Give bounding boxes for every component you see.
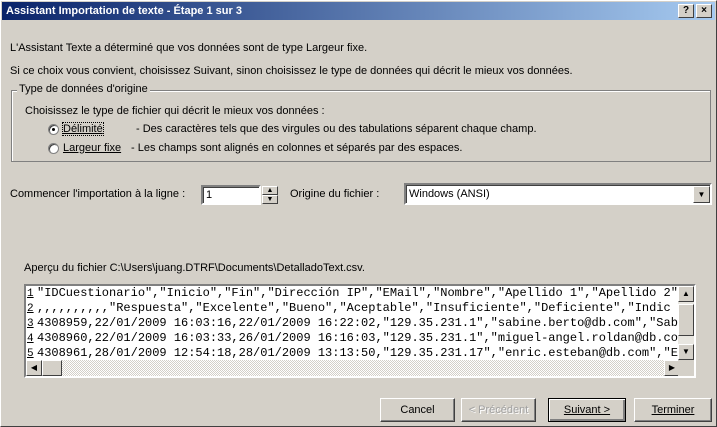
vertical-scroll-thumb[interactable] bbox=[678, 304, 694, 336]
next-button-label: Suivant > bbox=[563, 404, 611, 416]
spin-down-icon[interactable]: ▼ bbox=[262, 195, 278, 204]
preview-row-text: 4308960,22/01/2009 16:03:33,26/01/2009 1… bbox=[37, 331, 678, 345]
preview-vertical-scrollbar[interactable]: ▲ ▼ bbox=[678, 286, 694, 360]
radio-selected-dot bbox=[52, 128, 55, 131]
close-button[interactable]: × bbox=[696, 4, 712, 18]
delimited-radio[interactable] bbox=[48, 124, 59, 135]
preview-row-number: 3 bbox=[27, 318, 34, 330]
preview-row: 3 4308959,22/01/2009 16:03:16,22/01/2009 … bbox=[27, 316, 678, 331]
fixed-width-label[interactable]: Largeur fixe bbox=[63, 142, 121, 154]
preview-row: 2 ,,,,,,,,,,"Respuesta","Excelente","Buen… bbox=[27, 301, 671, 316]
file-origin-value: Windows (ANSI) bbox=[409, 188, 490, 200]
intro-line-1: L'Assistant Texte a déterminé que vos do… bbox=[10, 42, 368, 54]
preview-row-number: 1 bbox=[27, 288, 34, 300]
preview-horizontal-scrollbar[interactable]: ◀ ▶ bbox=[26, 360, 680, 376]
preview-title: Aperçu du fichier C:\Users\juang.DTRF\Do… bbox=[24, 262, 365, 274]
file-origin-label: Origine du fichier : bbox=[290, 188, 380, 200]
preview-row-text: 4308961,28/01/2009 12:54:18,28/01/2009 1… bbox=[37, 346, 678, 360]
preview-row-number: 2 bbox=[27, 303, 34, 315]
import-start-input[interactable]: 1 bbox=[201, 185, 261, 205]
scroll-down-icon[interactable]: ▼ bbox=[678, 344, 694, 360]
finish-button[interactable]: Terminer bbox=[634, 398, 712, 422]
file-preview[interactable]: 1 "IDCuestionario","Inicio","Fin","Direcc… bbox=[24, 284, 696, 378]
import-start-spinner[interactable]: ▲ ▼ bbox=[262, 186, 278, 204]
spin-up-icon[interactable]: ▲ bbox=[262, 186, 278, 195]
finish-button-label: Terminer bbox=[651, 404, 695, 416]
scroll-left-icon[interactable]: ◀ bbox=[26, 360, 42, 376]
fixed-width-description: - Les champs sont alignés en colonnes et… bbox=[131, 142, 463, 154]
preview-row: 1 "IDCuestionario","Inicio","Fin","Direcc… bbox=[27, 286, 678, 301]
file-origin-select[interactable]: Windows (ANSI) ▼ bbox=[404, 183, 712, 205]
fixed-width-radio[interactable] bbox=[48, 143, 59, 154]
fixed-width-label-text: Largeur fixe bbox=[63, 142, 122, 154]
import-start-label: Commencer l'importation à la ligne : bbox=[10, 188, 186, 200]
preview-row-text: 4308959,22/01/2009 16:03:16,22/01/2009 1… bbox=[37, 316, 678, 330]
preview-row: 4 4308960,22/01/2009 16:03:33,26/01/2009 … bbox=[27, 331, 678, 346]
import-start-value: 1 bbox=[206, 189, 213, 201]
help-button[interactable]: ? bbox=[678, 4, 694, 18]
file-type-prompt: Choisissez le type de fichier qui décrit… bbox=[25, 105, 325, 117]
delimited-description: - Des caractères tels que des virgules o… bbox=[136, 123, 537, 135]
window-title: Assistant Importation de texte - Étape 1… bbox=[6, 5, 242, 17]
original-type-legend: Type de données d'origine bbox=[17, 83, 150, 95]
horizontal-scroll-thumb[interactable] bbox=[42, 360, 62, 376]
previous-button[interactable]: < Précédent bbox=[461, 398, 536, 422]
next-button[interactable]: Suivant > bbox=[548, 398, 626, 422]
preview-row-text: "IDCuestionario","Inicio","Fin","Direcci… bbox=[37, 286, 678, 300]
intro-line-2: Si ce choix vous convient, choisissez Su… bbox=[10, 65, 573, 77]
preview-row-text: ,,,,,,,,,,"Respuesta","Excelente","Bueno… bbox=[37, 301, 671, 315]
preview-row: 5 4308961,28/01/2009 12:54:18,28/01/2009 … bbox=[27, 346, 678, 361]
chevron-down-icon[interactable]: ▼ bbox=[693, 186, 710, 203]
import-wizard-dialog: Assistant Importation de texte - Étape 1… bbox=[0, 0, 717, 427]
scroll-up-icon[interactable]: ▲ bbox=[678, 286, 694, 302]
cancel-button[interactable]: Cancel bbox=[380, 398, 455, 422]
delimited-label[interactable]: Délimité bbox=[62, 122, 104, 136]
title-bar[interactable]: Assistant Importation de texte - Étape 1… bbox=[2, 2, 715, 20]
preview-row-number: 4 bbox=[27, 333, 34, 345]
scrollbar-corner bbox=[678, 360, 694, 376]
